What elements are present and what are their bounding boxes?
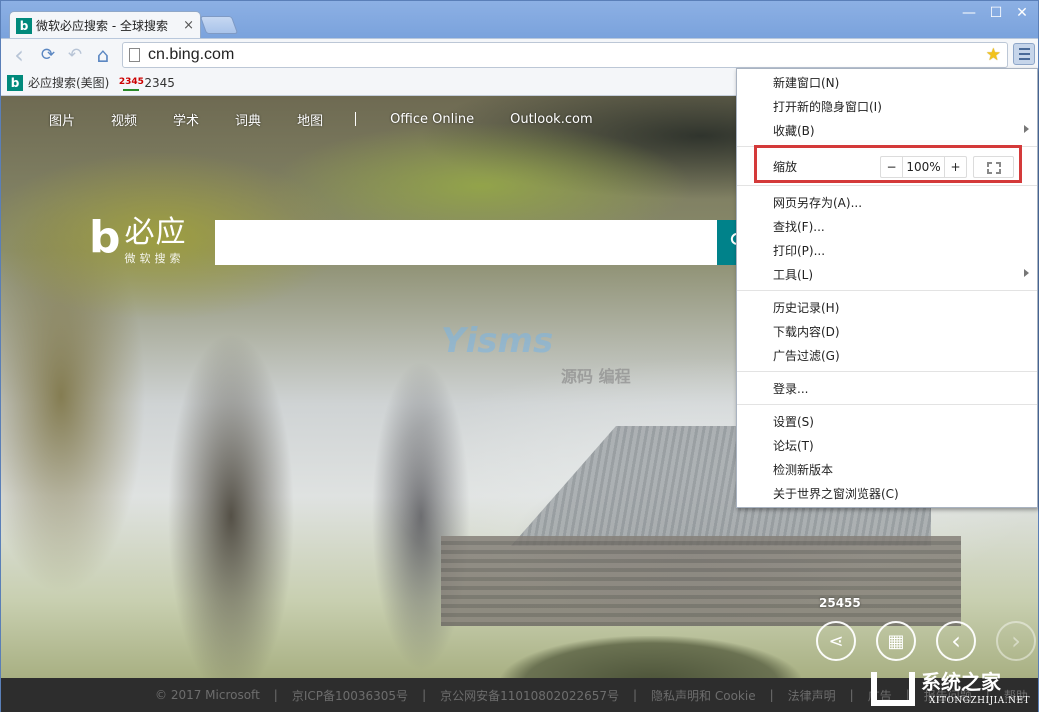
footer-icp[interactable]: 京ICP备10036305号 <box>292 687 408 704</box>
menu-tools[interactable]: 工具(L) <box>737 262 1037 286</box>
footer-police-record[interactable]: 京公网安备11010802022657号 <box>440 687 619 704</box>
image-view-count: 25455 <box>819 596 861 610</box>
menu-save-page-as[interactable]: 网页另存为(A)... <box>737 190 1037 214</box>
nav-academic[interactable]: 学术 <box>173 110 199 129</box>
tab-strip: b 微软必应搜索 - 全球搜索 × — ☐ ✕ <box>1 1 1038 39</box>
share-button[interactable]: ⋖ <box>816 621 856 661</box>
qr-code-icon: ▦ <box>887 630 905 652</box>
zoom-control: − 100% + <box>880 156 967 178</box>
logo-name: 必应 <box>124 215 187 250</box>
bing-b-icon: b <box>89 212 121 263</box>
tab-title: 微软必应搜索 - 全球搜索 <box>36 19 168 33</box>
submenu-arrow-icon <box>1024 269 1029 277</box>
nav-divider <box>355 112 357 126</box>
toolbar: ‹ ⟳ ↶ ⌂ ★ <box>1 38 1038 70</box>
menu-downloads[interactable]: 下载内容(D) <box>737 319 1037 343</box>
browser-window: b 微软必应搜索 - 全球搜索 × — ☐ ✕ ‹ ⟳ ↶ ⌂ ★ b 必应搜索… <box>0 0 1039 712</box>
previous-image-button[interactable]: ‹ <box>936 621 976 661</box>
menu-new-incognito-window[interactable]: 打开新的隐身窗口(I) <box>737 94 1037 118</box>
menu-ad-filter[interactable]: 广告过滤(G) <box>737 343 1037 367</box>
menu-history[interactable]: 历史记录(H) <box>737 295 1037 319</box>
footer-privacy[interactable]: 隐私声明和 Cookie <box>651 687 756 704</box>
footer-copyright: © 2017 Microsoft <box>155 688 260 702</box>
search-input[interactable] <box>215 220 717 265</box>
qr-code-button[interactable]: ▦ <box>876 621 916 661</box>
nav-dictionary[interactable]: 词典 <box>235 110 261 129</box>
close-window-button[interactable]: ✕ <box>1009 3 1035 23</box>
minimize-button[interactable]: — <box>956 3 982 23</box>
bookmark-2345[interactable]: 2345 2345 <box>119 75 175 91</box>
share-icon: ⋖ <box>828 630 844 652</box>
logo-subtitle: 微软搜索 <box>124 252 185 265</box>
submenu-arrow-icon <box>1024 125 1029 133</box>
nav-outlook[interactable]: Outlook.com <box>510 112 593 127</box>
menu-divider <box>737 146 1037 147</box>
bing-icon: b <box>7 74 23 91</box>
page-icon <box>129 48 140 62</box>
menu-find[interactable]: 查找(F)... <box>737 214 1037 238</box>
menu-divider <box>737 185 1037 186</box>
main-menu-button[interactable] <box>1013 43 1035 65</box>
undo-close-tab-button[interactable]: ↶ <box>65 45 85 65</box>
zoom-level: 100% <box>902 157 945 177</box>
menu-favorites[interactable]: 收藏(B) <box>737 118 1037 142</box>
fullscreen-button[interactable] <box>973 156 1014 178</box>
new-tab-button[interactable] <box>199 16 239 34</box>
bing-favicon-icon: b <box>16 17 32 34</box>
menu-print[interactable]: 打印(P)... <box>737 238 1037 262</box>
maximize-button[interactable]: ☐ <box>983 3 1009 23</box>
hamburger-icon <box>1018 48 1030 50</box>
reload-button[interactable]: ⟳ <box>38 45 58 65</box>
nav-videos[interactable]: 视频 <box>111 110 137 129</box>
menu-about[interactable]: 关于世界之窗浏览器(C) <box>737 481 1037 505</box>
bookmark-bing[interactable]: b 必应搜索(美图) <box>7 74 109 91</box>
main-menu-dropdown: 新建窗口(N) 打开新的隐身窗口(I) 收藏(B) 缩放 − 100% + 网页… <box>736 68 1038 508</box>
bookmark-label: 2345 <box>144 75 175 90</box>
menu-zoom-row: 缩放 − 100% + <box>737 151 1037 181</box>
url-input[interactable] <box>148 46 986 64</box>
watermark-overlay: Yisms 源码 编程 <box>441 321 631 386</box>
menu-check-update[interactable]: 检测新版本 <box>737 457 1037 481</box>
nav-office-online[interactable]: Office Online <box>390 112 474 127</box>
home-button[interactable]: ⌂ <box>93 43 113 67</box>
menu-divider <box>737 290 1037 291</box>
nav-maps[interactable]: 地图 <box>297 110 323 129</box>
menu-settings[interactable]: 设置(S) <box>737 409 1037 433</box>
bookmark-star-icon[interactable]: ★ <box>986 45 1001 65</box>
tab-close-icon[interactable]: × <box>183 18 194 33</box>
menu-forum[interactable]: 论坛(T) <box>737 433 1037 457</box>
bing-logo[interactable]: b 必应 微软搜索 <box>89 216 187 266</box>
menu-new-window[interactable]: 新建窗口(N) <box>737 70 1037 94</box>
menu-divider <box>737 404 1037 405</box>
menu-sign-in[interactable]: 登录... <box>737 376 1037 400</box>
next-image-button[interactable]: › <box>996 621 1036 661</box>
zoom-out-button[interactable]: − <box>881 157 902 177</box>
site-watermark: 系统之家 XITONGZHIJIA.NET <box>871 666 1036 711</box>
tab-active[interactable]: b 微软必应搜索 - 全球搜索 × <box>9 11 201 39</box>
back-button[interactable]: ‹ <box>9 41 29 69</box>
zoom-in-button[interactable]: + <box>945 157 966 177</box>
footer-legal[interactable]: 法律声明 <box>788 687 836 704</box>
house-logo-icon <box>871 672 915 706</box>
address-bar[interactable]: ★ <box>122 42 1008 68</box>
house-icon: 2345 <box>119 75 144 91</box>
bookmark-label: 必应搜索(美图) <box>28 76 110 90</box>
nav-images[interactable]: 图片 <box>49 110 75 129</box>
menu-divider <box>737 371 1037 372</box>
